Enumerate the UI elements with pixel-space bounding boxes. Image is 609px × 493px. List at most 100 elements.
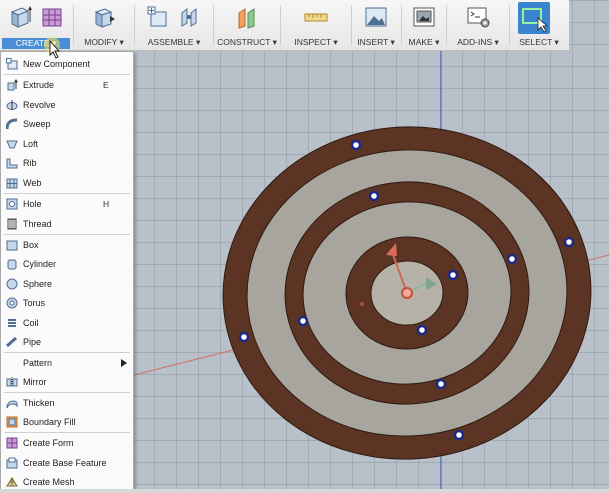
select-icon bbox=[522, 8, 549, 33]
sweep-icon bbox=[6, 118, 18, 129]
menu-item-label: Hole bbox=[23, 198, 42, 209]
menu-item-web[interactable]: Web bbox=[1, 173, 133, 192]
menu-item-cylinder[interactable]: Cylinder bbox=[1, 254, 133, 273]
vertex-point[interactable] bbox=[563, 236, 575, 248]
menu-item-shortcut: E bbox=[103, 79, 109, 90]
extrude-cube-icon[interactable] bbox=[7, 4, 33, 30]
menu-item-label: Thread bbox=[23, 218, 52, 229]
menu-item-create-form[interactable]: Create Form bbox=[1, 433, 133, 452]
menu-item-thread[interactable]: Thread bbox=[1, 214, 133, 233]
mirror-icon bbox=[6, 376, 18, 387]
vertex-point[interactable] bbox=[453, 429, 465, 441]
create-base-feature-icon bbox=[6, 457, 18, 468]
web-icon bbox=[6, 178, 18, 188]
menu-item-hole[interactable]: Hole H bbox=[1, 194, 133, 213]
menu-item-label: Mirror bbox=[23, 376, 47, 387]
menu-item-loft[interactable]: Loft bbox=[1, 134, 133, 153]
menu-item-label: Coil bbox=[23, 317, 39, 328]
vertex-point[interactable] bbox=[368, 190, 380, 202]
insert-image-icon[interactable] bbox=[363, 4, 389, 30]
add-ins-group[interactable]: ADD-INS ▾ bbox=[448, 0, 508, 50]
toolbar: CREATE ▾ MODIFY ▾ ASSEMBLE ▾ CONSTRUCT ▾… bbox=[0, 0, 569, 51]
menu-item-pipe[interactable]: Pipe bbox=[1, 332, 133, 351]
vertex-point[interactable] bbox=[238, 331, 250, 343]
scripts-addins-icon[interactable] bbox=[465, 4, 491, 30]
vertex-point[interactable] bbox=[435, 378, 447, 390]
new-component-icon bbox=[6, 57, 18, 69]
menu-item-label: Revolve bbox=[23, 99, 56, 110]
boundary-fill-icon bbox=[6, 416, 18, 427]
menu-item-label: Boundary Fill bbox=[23, 416, 76, 427]
assemble-menu-label[interactable]: ASSEMBLE ▾ bbox=[136, 37, 212, 48]
torus-icon bbox=[6, 297, 18, 308]
vertex-point[interactable] bbox=[416, 324, 428, 336]
menu-item-label: Torus bbox=[23, 297, 46, 308]
menu-item-sphere[interactable]: Sphere bbox=[1, 274, 133, 293]
menu-item-boundary-fill[interactable]: Boundary Fill bbox=[1, 412, 133, 431]
3d-print-icon[interactable] bbox=[411, 4, 437, 30]
create-dropdown-menu: New Component Extrude E Revolve Sweep Lo… bbox=[0, 51, 134, 493]
extrude-icon bbox=[7, 78, 18, 90]
menu-item-label: Web bbox=[23, 177, 42, 188]
submenu-arrow-icon bbox=[121, 358, 127, 367]
construct-group[interactable]: CONSTRUCT ▾ bbox=[215, 0, 279, 50]
create-form-icon[interactable] bbox=[39, 4, 65, 30]
joint-icon[interactable] bbox=[177, 4, 203, 30]
modify-menu-label[interactable]: MODIFY ▾ bbox=[75, 37, 133, 48]
box-icon bbox=[6, 240, 18, 250]
offset-plane-icon[interactable] bbox=[234, 4, 260, 30]
menu-item-box[interactable]: Box bbox=[1, 235, 133, 254]
vertex-point[interactable] bbox=[350, 139, 362, 151]
insert-group[interactable]: INSERT ▾ bbox=[352, 0, 400, 50]
menu-item-label: Box bbox=[23, 239, 39, 250]
modify-group[interactable]: MODIFY ▾ bbox=[75, 0, 133, 50]
hole-icon bbox=[6, 198, 18, 209]
menu-item-label: Loft bbox=[23, 138, 39, 149]
assemble-group[interactable]: ASSEMBLE ▾ bbox=[136, 0, 212, 50]
sphere-icon bbox=[6, 278, 18, 289]
inspect-group[interactable]: INSPECT ▾ bbox=[282, 0, 350, 50]
menu-item-shortcut: H bbox=[103, 198, 110, 209]
menu-item-revolve[interactable]: Revolve bbox=[1, 95, 133, 114]
press-pull-icon[interactable] bbox=[91, 4, 117, 30]
menu-item-create-base-feature[interactable]: Create Base Feature bbox=[1, 453, 133, 472]
make-menu-label[interactable]: MAKE ▾ bbox=[403, 37, 445, 48]
vertex-point[interactable] bbox=[506, 253, 518, 265]
thread-icon bbox=[7, 218, 17, 229]
status-strip bbox=[0, 489, 609, 493]
measure-ruler-icon[interactable] bbox=[303, 4, 329, 30]
menu-item-sweep[interactable]: Sweep bbox=[1, 114, 133, 133]
create-mesh-icon bbox=[6, 476, 18, 486]
make-group[interactable]: MAKE ▾ bbox=[403, 0, 445, 50]
menu-item-torus[interactable]: Torus bbox=[1, 293, 133, 312]
select-menu-label[interactable]: SELECT ▾ bbox=[511, 37, 567, 48]
menu-item-label: Extrude bbox=[23, 79, 55, 90]
new-component-icon[interactable] bbox=[145, 4, 171, 30]
coil-icon bbox=[8, 318, 16, 327]
vertex-point[interactable] bbox=[297, 315, 309, 327]
menu-item-mirror[interactable]: Mirror bbox=[1, 372, 133, 391]
revolve-icon bbox=[6, 99, 18, 110]
cylinder-icon bbox=[7, 259, 17, 269]
construct-menu-label[interactable]: CONSTRUCT ▾ bbox=[215, 37, 279, 48]
menu-item-thicken[interactable]: Thicken bbox=[1, 393, 133, 412]
menu-item-label: Rib bbox=[23, 157, 37, 168]
rib-icon bbox=[6, 158, 18, 168]
vertex-point[interactable] bbox=[447, 269, 459, 281]
menu-item-label: Thicken bbox=[23, 397, 55, 408]
menu-item-coil[interactable]: Coil bbox=[1, 313, 133, 332]
menu-item-label: Pattern bbox=[23, 357, 53, 368]
add-ins-menu-label[interactable]: ADD-INS ▾ bbox=[448, 37, 508, 48]
menu-item-extrude[interactable]: Extrude E bbox=[1, 75, 133, 94]
menu-item-label: Create Base Feature bbox=[23, 457, 107, 468]
menu-item-rib[interactable]: Rib bbox=[1, 153, 133, 172]
menu-item-label: Sphere bbox=[23, 278, 53, 289]
select-icon-box[interactable] bbox=[518, 2, 550, 34]
select-group[interactable]: SELECT ▾ bbox=[511, 0, 567, 50]
mouse-cursor-icon bbox=[44, 37, 61, 59]
loft-icon bbox=[6, 140, 18, 148]
small-point bbox=[360, 302, 364, 306]
inspect-menu-label[interactable]: INSPECT ▾ bbox=[282, 37, 350, 48]
insert-menu-label[interactable]: INSERT ▾ bbox=[352, 37, 400, 48]
menu-item-pattern[interactable]: Pattern bbox=[1, 353, 133, 372]
